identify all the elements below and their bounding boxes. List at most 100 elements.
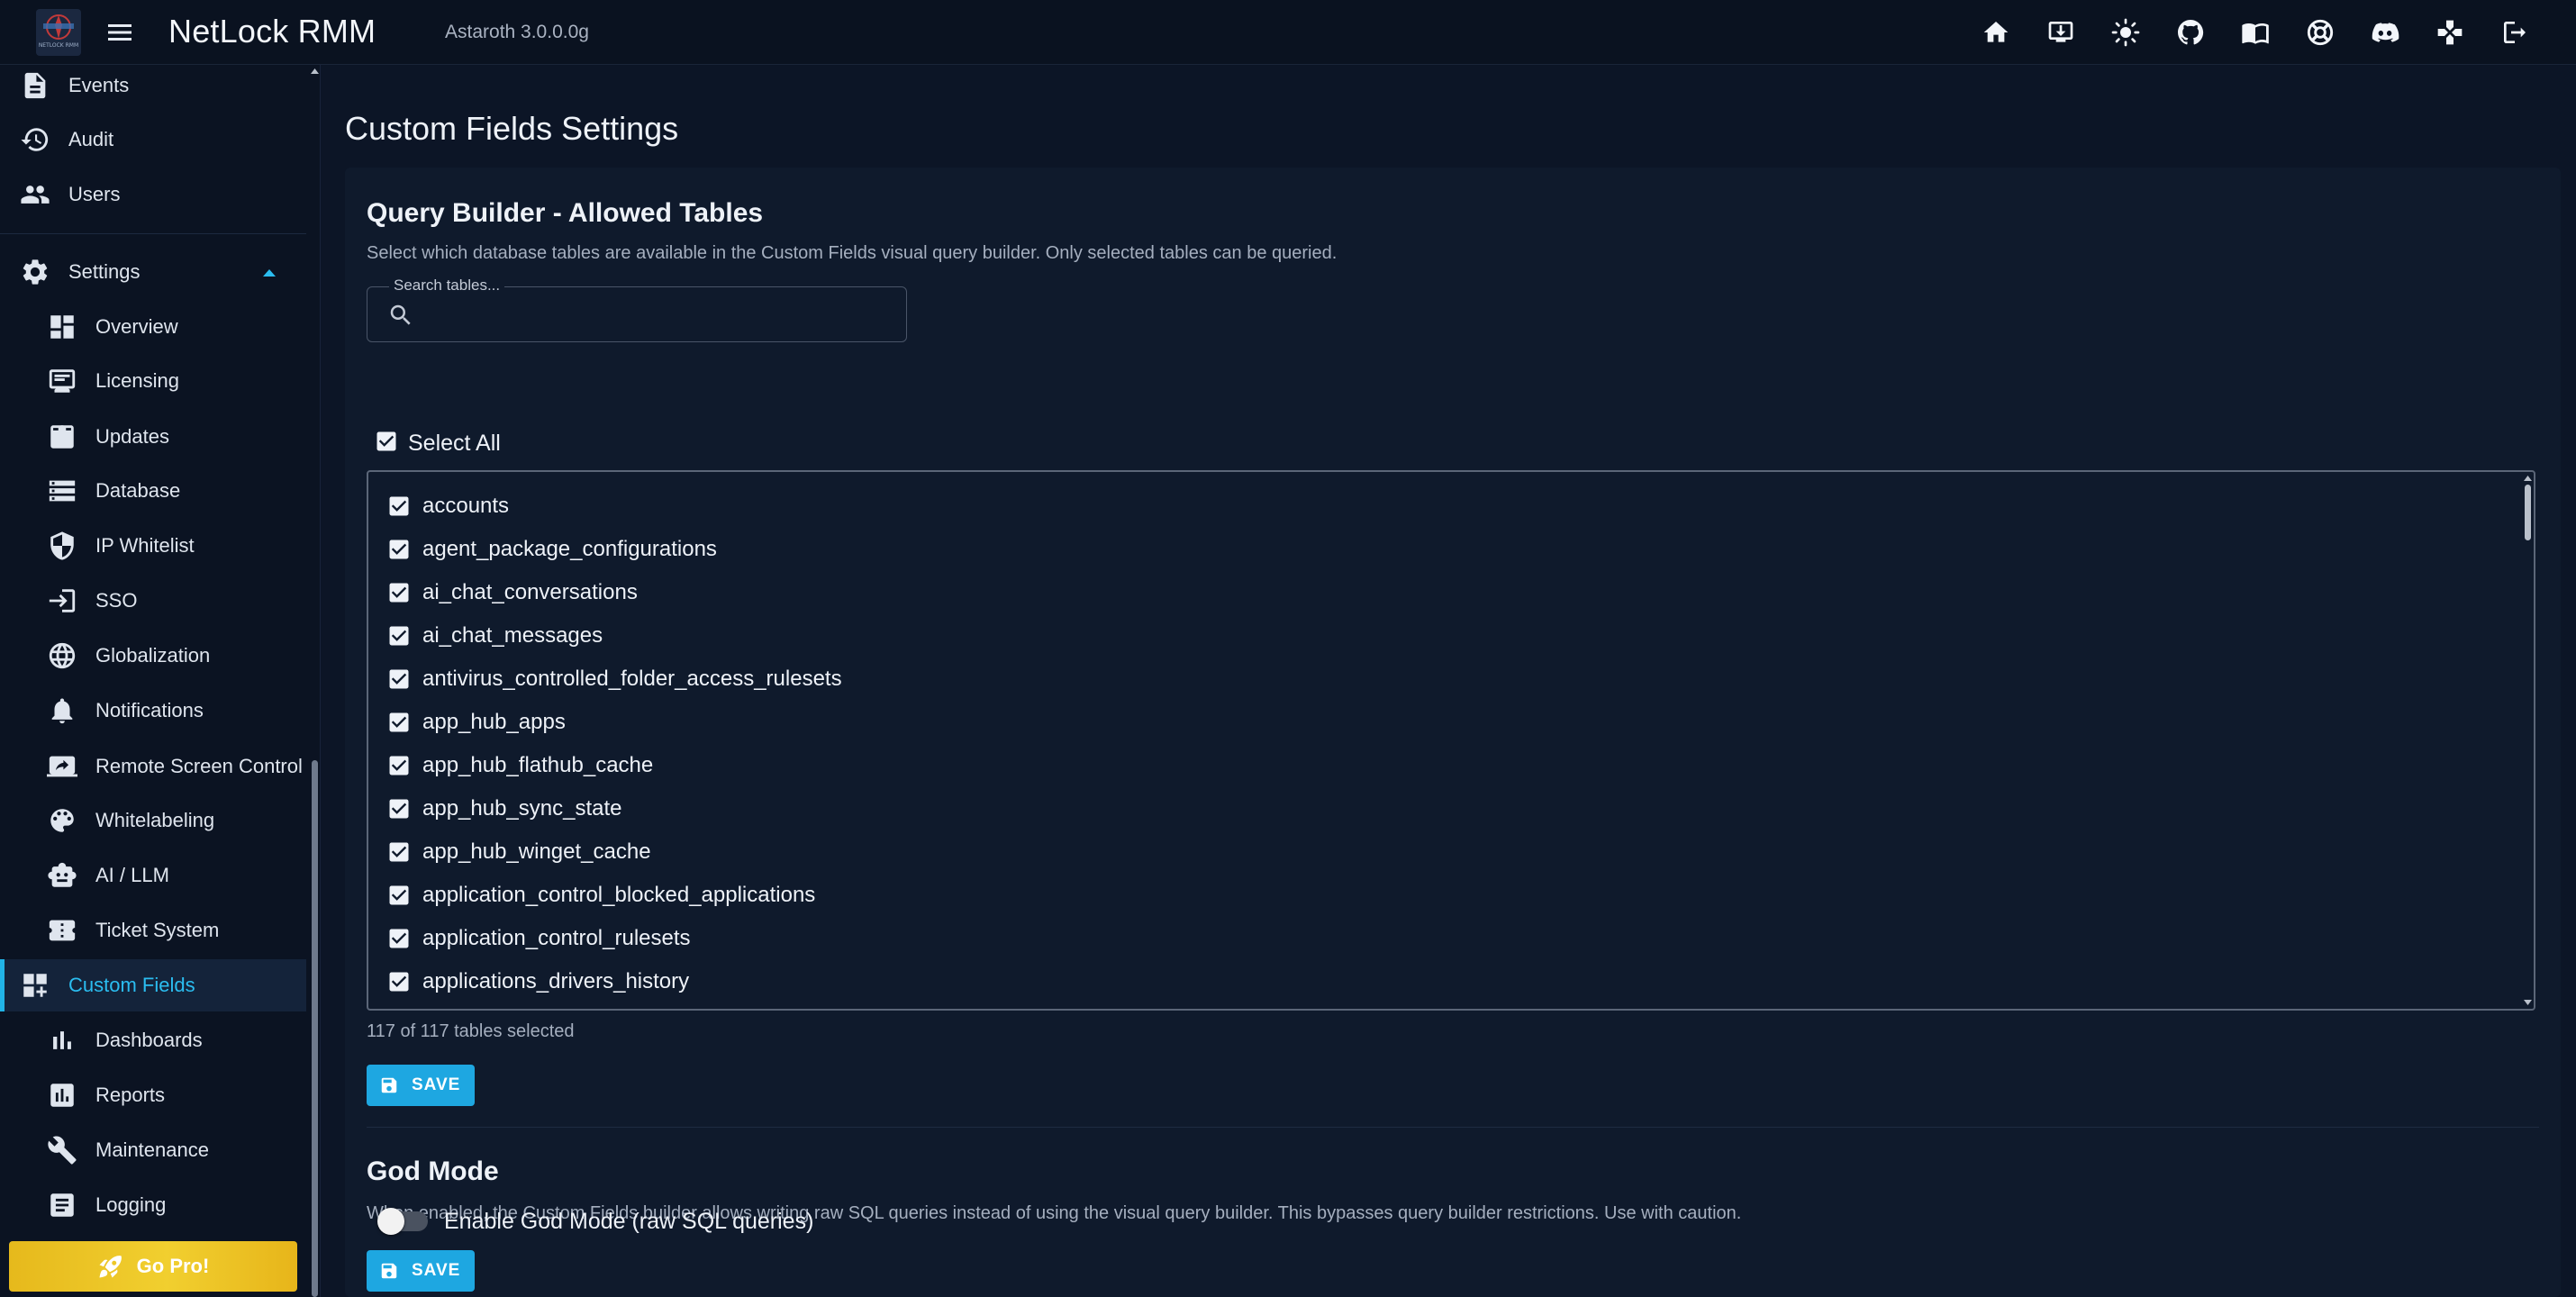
sidebar-item-ai-llm[interactable]: AI / LLM [0,849,306,902]
sidebar-item-maintenance[interactable]: Maintenance [0,1124,306,1176]
sidebar-group-label: Settings [68,260,141,283]
table-row[interactable]: application_control_rulesets [385,917,2492,960]
netlock-logo[interactable]: NETLOCK RMM [32,7,85,58]
table-checkbox[interactable] [386,623,412,648]
github-icon[interactable] [2176,18,2205,47]
list-scrollbar-thumb[interactable] [2525,485,2531,540]
table-row[interactable]: app_hub_sync_state [385,787,2492,830]
go-pro-button[interactable]: Go Pro! [9,1241,297,1292]
install-download-icon[interactable] [2046,18,2075,47]
table-row[interactable]: agent_package_configurations [385,528,2492,571]
log-icon [50,1193,74,1217]
sidebar-item-label: Whitelabeling [95,809,215,831]
sidebar-item-ip-whitelist[interactable]: IP Whitelist [0,520,306,572]
sidebar-item-licensing[interactable]: Licensing [0,355,306,407]
version-label: Astaroth 3.0.0.0g [445,22,589,42]
sidebar-item-database[interactable]: Database [0,465,306,517]
table-name: app_hub_flathub_cache [422,753,654,777]
list-scroll-up-arrow[interactable] [2524,476,2532,481]
sidebar-item-reports[interactable]: Reports [0,1069,306,1121]
updates-icon [50,425,74,449]
gamepad-icon[interactable] [2435,18,2464,47]
sidebar-scrollbar-thumb[interactable] [312,760,318,1297]
table-checkbox[interactable] [386,926,412,951]
table-row[interactable]: app_hub_flathub_cache [385,744,2492,787]
logout-icon[interactable] [2500,18,2529,47]
select-all-checkbox[interactable] [374,429,399,454]
god-mode-toggle-knob[interactable] [377,1208,404,1235]
table-row[interactable]: application_control_blocked_applications [385,874,2492,917]
table-checkbox[interactable] [386,969,412,994]
sidebar-scroll-up-arrow[interactable] [311,68,319,74]
select-all-label: Select All [408,431,501,456]
table-name: ai_chat_conversations [422,580,638,604]
events-doc-icon [24,72,46,99]
table-search-field[interactable]: Search tables... [367,277,907,342]
table-checkbox[interactable] [386,753,412,778]
table-checkbox[interactable] [386,667,412,692]
save-tables-button[interactable]: SAVE [367,1065,475,1106]
bar-chart-icon [53,1031,71,1049]
history-icon [21,128,49,151]
sidebar-item-label: AI / LLM [95,864,169,886]
docs-book-icon[interactable] [2241,18,2270,47]
table-row[interactable]: antivirus_controlled_folder_access_rules… [385,658,2492,701]
gear-icon [23,259,48,285]
search-input[interactable] [422,298,890,332]
table-name: application_control_rulesets [422,926,691,950]
sidebar-item-notifications[interactable]: Notifications [0,685,306,737]
page-title: Custom Fields Settings [345,110,679,147]
sidebar-item-ticket-system[interactable]: Ticket System [0,904,306,957]
table-name: application_control_blocked_applications [422,883,816,907]
sidebar-item-audit[interactable]: Audit [0,113,306,166]
table-row[interactable]: app_hub_apps [385,701,2492,744]
report-icon [50,1084,74,1107]
table-checkbox[interactable] [386,883,412,908]
sidebar-group-settings[interactable]: Settings [0,246,306,298]
god-mode-toggle-label: Enable God Mode (raw SQL queries) [444,1209,814,1234]
table-row[interactable]: ai_chat_messages [385,614,2492,658]
table-checkbox[interactable] [386,839,412,865]
sidebar-item-label: Database [95,479,181,502]
list-scroll-down-arrow[interactable] [2524,1000,2532,1005]
sidebar-item-overview[interactable]: Overview [0,301,306,353]
sidebar-item-logging[interactable]: Logging [0,1179,306,1231]
sidebar-item-globalization[interactable]: Globalization [0,630,306,682]
sidebar-item-updates[interactable]: Updates [0,411,306,463]
sidebar-item-remote-screen-control[interactable]: Remote Screen Control [0,740,306,793]
save-god-mode-button[interactable]: SAVE [367,1250,475,1292]
table-checkbox[interactable] [386,796,412,821]
home-icon[interactable] [1982,18,2010,47]
table-checkbox[interactable] [386,537,412,562]
theme-sun-icon[interactable] [2111,18,2140,47]
sidebar-item-label: Remote Screen Control [95,755,303,777]
sidebar-item-whitelabeling[interactable]: Whitelabeling [0,794,306,847]
table-checkbox[interactable] [386,580,412,605]
dashboard-icon [50,315,74,339]
sidebar-item-events[interactable]: Events [0,65,306,112]
discord-icon[interactable] [2371,18,2399,47]
table-row[interactable]: app_hub_winget_cache [385,830,2492,874]
sidebar-item-label: Globalization [95,644,211,667]
sidebar-item-label: Updates [95,425,169,448]
support-lifebuoy-icon[interactable] [2306,18,2335,47]
sidebar-item-custom-fields[interactable]: Custom Fields [0,959,306,1011]
sidebar-item-users[interactable]: Users [0,168,306,221]
table-checkbox[interactable] [386,710,412,735]
table-checkbox[interactable] [386,494,412,519]
custom-fields-icon [23,974,47,997]
sidebar-item-sso[interactable]: SSO [0,575,306,627]
table-name: antivirus_controlled_folder_access_rules… [422,667,842,691]
sidebar-item-label: Notifications [95,699,204,721]
table-row[interactable]: applications_drivers_history [385,960,2492,1003]
menu-toggle-button[interactable] [106,19,133,46]
sidebar-item-dashboards[interactable]: Dashboards [0,1014,306,1066]
table-row[interactable]: accounts [385,485,2492,528]
query-builder-title: Query Builder - Allowed Tables [367,198,764,228]
bell-icon [51,698,73,724]
save-icon [381,1263,397,1279]
search-icon [390,304,411,325]
sidebar-item-label: Logging [95,1193,167,1216]
query-builder-description: Select which database tables are availab… [367,243,1338,263]
table-row[interactable]: ai_chat_conversations [385,571,2492,614]
